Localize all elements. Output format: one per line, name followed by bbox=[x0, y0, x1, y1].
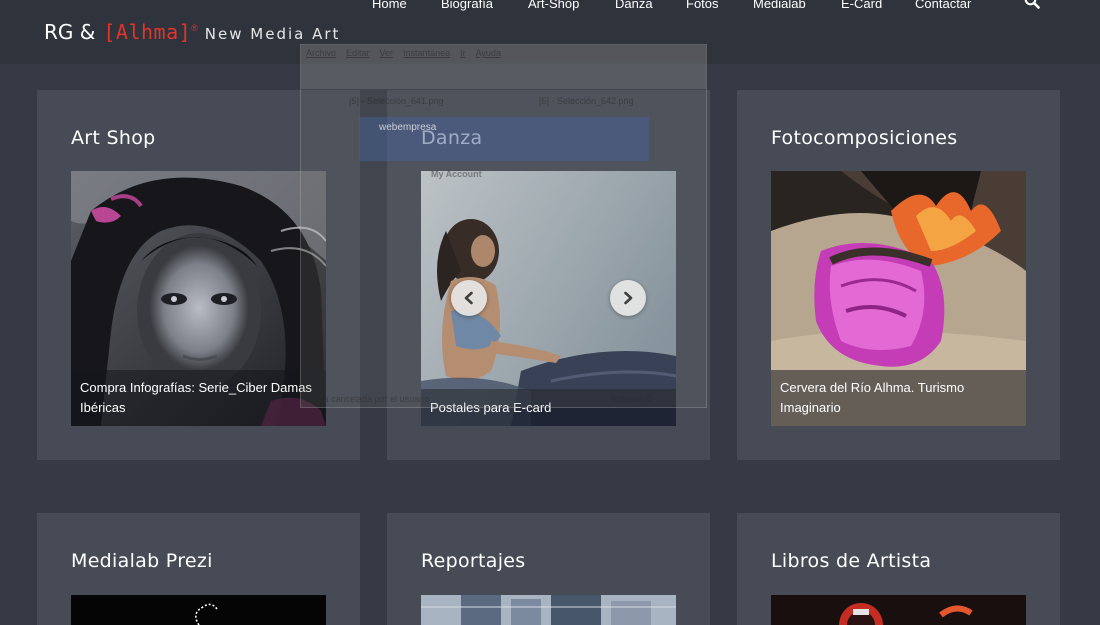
card-image-link[interactable] bbox=[771, 595, 1026, 625]
ghost-menu-editar: Editar bbox=[346, 48, 370, 58]
site-logo[interactable]: RG & [Alhma] ® New Media Art bbox=[44, 20, 340, 44]
ghost-inner-brand: webempresa bbox=[379, 122, 437, 133]
card-libros-de-artista: Libros de Artista bbox=[737, 513, 1060, 625]
card-image-link[interactable]: Compra Infografías: Serie_Ciber Damas Ib… bbox=[71, 171, 326, 426]
card-title: Reportajes bbox=[421, 550, 526, 572]
ghost-inner-heading: My Account bbox=[431, 169, 482, 179]
ghost-tabs: [5] - Selección_641.png [6] - Selección_… bbox=[301, 91, 706, 113]
medialab-prezi-image bbox=[71, 595, 326, 625]
card-image-link[interactable] bbox=[421, 595, 676, 625]
ghost-toolbar bbox=[301, 61, 706, 89]
nav-item-art-shop[interactable]: Art-Shop bbox=[528, 0, 579, 11]
nav-item-home[interactable]: Home bbox=[372, 0, 407, 11]
reportajes-photo-image bbox=[421, 595, 676, 625]
card-title: Art Shop bbox=[71, 127, 156, 149]
ghost-tab-2: [6] - Selección_642.png bbox=[539, 96, 634, 106]
ghost-menubar: Archivo Editar Ver Instantánea Ir Ayuda bbox=[301, 45, 706, 61]
ghost-menu-archivo: Archivo bbox=[306, 48, 337, 58]
card-title: Libros de Artista bbox=[771, 550, 932, 572]
logo-trademark: ® bbox=[191, 23, 198, 33]
ghost-menu-instantanea: Instantánea bbox=[403, 48, 451, 58]
card-image-link[interactable]: Cervera del Río Alhma. Turismo Imaginari… bbox=[771, 171, 1026, 426]
card-title: Fotocomposiciones bbox=[771, 127, 958, 149]
libros-de-artista-image bbox=[771, 595, 1026, 625]
nav-item-danza[interactable]: Danza bbox=[615, 0, 653, 11]
ghost-tab-1: [5] - Selección_641.png bbox=[349, 96, 444, 106]
card-caption: Compra Infografías: Serie_Ciber Damas Ib… bbox=[71, 370, 326, 426]
main-nav: Home Biografía Art-Shop Danza Fotos Medi… bbox=[0, 0, 1100, 16]
nav-item-biografia[interactable]: Biografía bbox=[441, 0, 493, 11]
card-fotocomposiciones: Fotocomposiciones Cervera del Río Alhma.… bbox=[737, 90, 1060, 460]
ghost-image-viewer-overlay: Archivo Editar Ver Instantánea Ir Ayuda … bbox=[300, 44, 707, 408]
ghost-menu-ayuda: Ayuda bbox=[475, 48, 501, 58]
card-caption: Cervera del Río Alhma. Turismo Imaginari… bbox=[771, 370, 1026, 426]
logo-part-new-media-art: New Media Art bbox=[204, 25, 341, 43]
ghost-status-right: Retraso: 0 bbox=[610, 394, 652, 404]
ghost-status-text: Carga cancelada por el usuario bbox=[304, 394, 430, 404]
logo-part-rg: RG & bbox=[44, 20, 96, 44]
nav-item-fotos[interactable]: Fotos bbox=[686, 0, 719, 11]
logo-part-alhma: [Alhma] bbox=[103, 20, 192, 44]
card-reportajes: Reportajes bbox=[387, 513, 710, 625]
ghost-inner-site-header: webempresa bbox=[359, 117, 649, 161]
search-icon[interactable] bbox=[1024, 0, 1040, 9]
nav-item-medialab[interactable]: Medialab bbox=[753, 0, 806, 11]
nav-item-ecard[interactable]: E-Card bbox=[841, 0, 882, 11]
card-title: Medialab Prezi bbox=[71, 550, 213, 572]
ghost-menu-ver: Ver bbox=[379, 48, 394, 58]
ghost-menu-ir: Ir bbox=[460, 48, 466, 58]
nav-item-contactar[interactable]: Contactar bbox=[915, 0, 971, 11]
ghost-statusbar: Carga cancelada por el usuario Retraso: … bbox=[301, 391, 706, 407]
card-medialab-prezi: Medialab Prezi bbox=[37, 513, 360, 625]
card-image-link[interactable] bbox=[71, 595, 326, 625]
